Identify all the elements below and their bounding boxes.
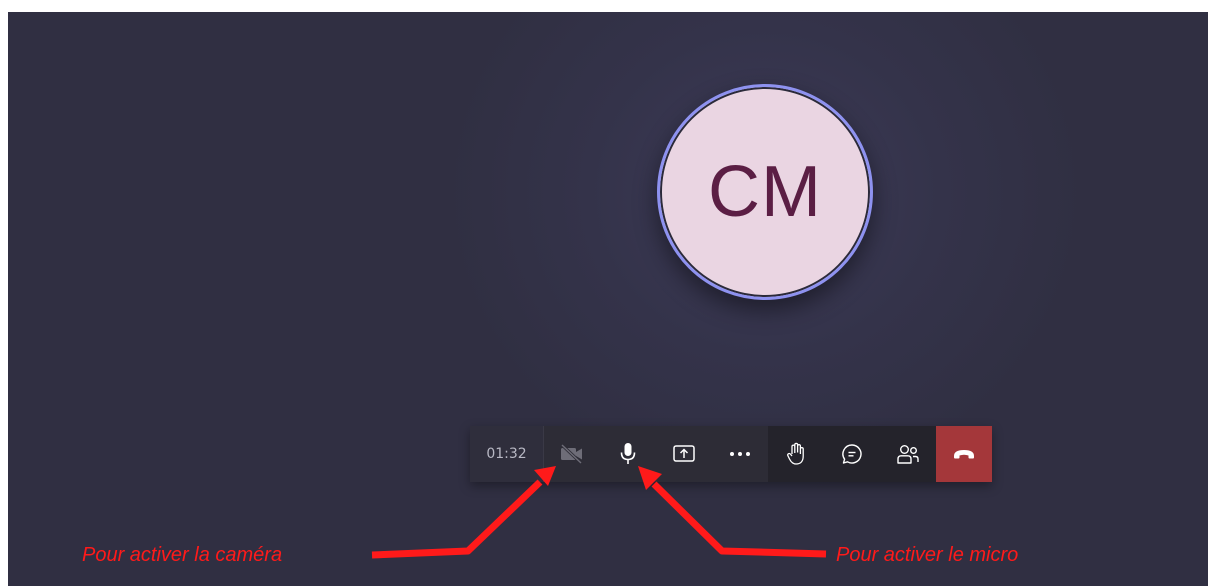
mic-annotation-label: Pour activer le micro	[836, 544, 1019, 566]
camera-annotation-label: Pour activer la caméra	[82, 544, 283, 566]
camera-arrow	[371, 479, 543, 559]
mic-arrow	[651, 481, 827, 558]
annotation-arrows	[371, 466, 827, 559]
